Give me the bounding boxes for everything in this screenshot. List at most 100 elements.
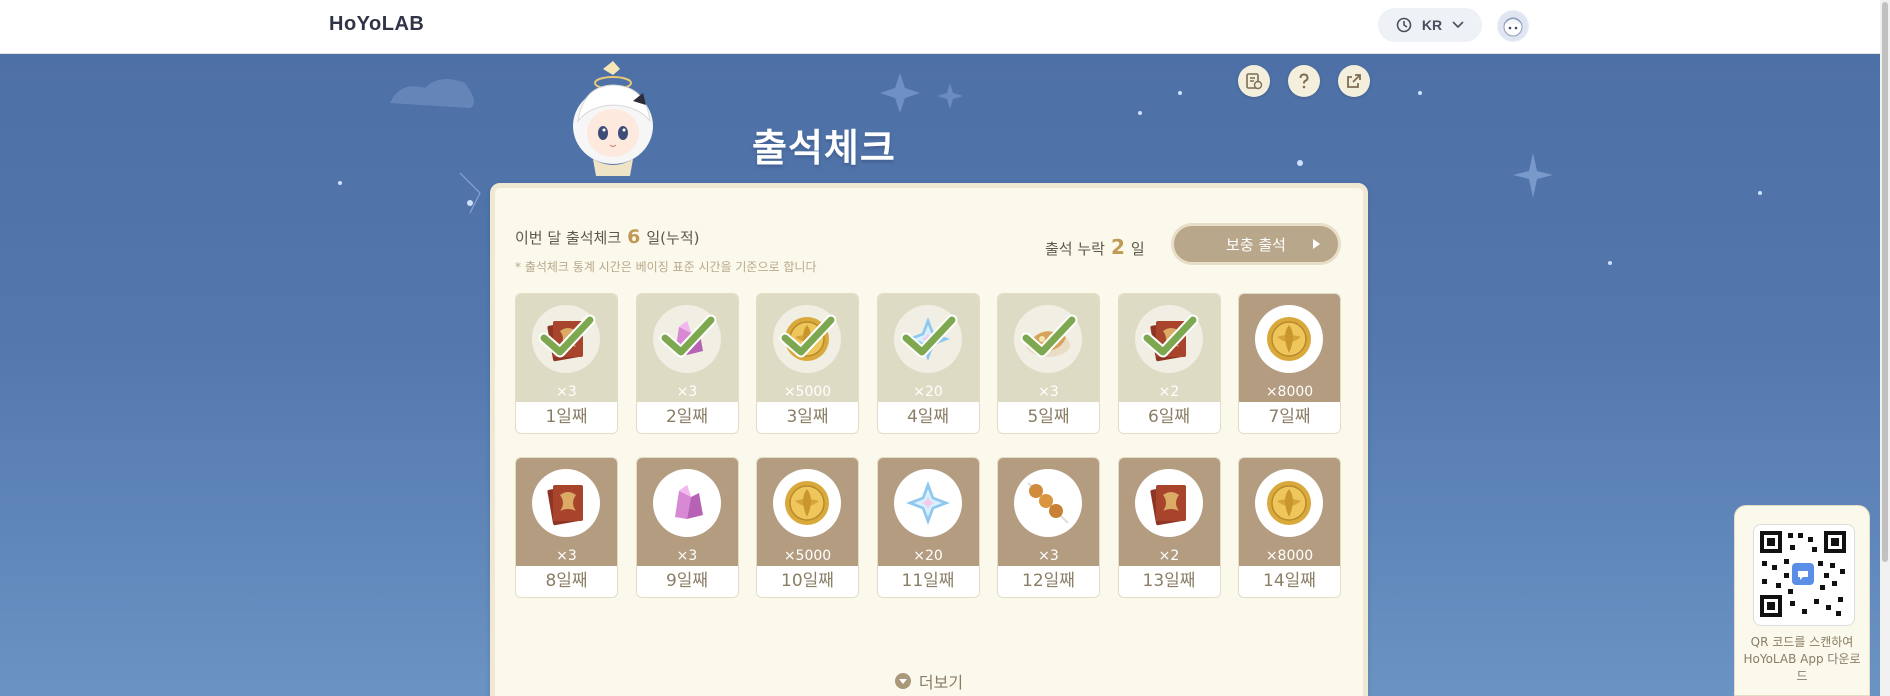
reward-day-label: 7일째 [1239, 402, 1340, 433]
checkmark-icon [1141, 314, 1199, 364]
reward-day-label: 13일째 [1118, 566, 1220, 597]
summary-label: 이번 달 출석체크 [515, 229, 622, 247]
reward-day-label: 12일째 [998, 566, 1099, 597]
reward-day-card[interactable]: ×5000 10일째 [756, 457, 859, 598]
checkmark-icon [659, 314, 717, 364]
reward-day-label: 4일째 [877, 402, 979, 433]
mora-icon [773, 469, 841, 537]
reward-quantity: ×5000 [783, 384, 832, 400]
reward-day-label: 11일째 [877, 566, 979, 597]
reward-quantity: ×5000 [783, 548, 832, 564]
reward-quantity: ×3 [1038, 548, 1059, 564]
help-button[interactable] [1288, 65, 1320, 97]
user-avatar[interactable] [1497, 10, 1529, 42]
reward-day-image: ×3 [998, 458, 1099, 566]
primogem-icon [893, 469, 962, 537]
reward-day-label: 2일째 [636, 402, 738, 433]
reward-quantity: ×2 [1158, 548, 1180, 564]
paimon-mascot [558, 61, 668, 185]
reward-day-card[interactable]: ×3 5일째 [997, 293, 1100, 434]
qr-download-text: QR 코드를 스캔하여 HoYoLAB App 다운로드 [1743, 635, 1861, 683]
reward-quantity: ×8000 [1265, 548, 1314, 564]
reward-day-card[interactable]: ×8000 14일째 [1238, 457, 1341, 598]
chevron-down-icon [1452, 21, 1464, 29]
reward-quantity: ×2 [1158, 384, 1180, 400]
reward-day-card[interactable]: ×2 6일째 [1117, 293, 1221, 434]
checkmark-icon [900, 314, 958, 364]
record-list-icon [1246, 73, 1263, 90]
reward-day-label: 3일째 [757, 402, 858, 433]
reward-quantity: ×20 [913, 548, 943, 564]
makeup-button-label: 보충 출석 [1226, 235, 1286, 254]
mora-icon [1255, 305, 1323, 373]
play-arrow-icon [1313, 239, 1320, 249]
reward-day-label: 9일째 [636, 566, 738, 597]
hero-wit-icon [532, 469, 600, 537]
question-icon [1299, 73, 1309, 89]
reward-day-card[interactable]: ×2 13일째 [1117, 457, 1221, 598]
show-more-label: 더보기 [918, 673, 964, 692]
reward-day-image: ×3 [636, 458, 738, 566]
makeup-checkin-button[interactable]: 보충 출석 [1171, 223, 1341, 265]
missed-suffix: 일 [1130, 240, 1145, 258]
share-button[interactable] [1338, 65, 1370, 97]
mora-icon [1255, 469, 1323, 537]
summary-suffix: 일(누적) [646, 229, 700, 247]
app-download-widget[interactable]: QR 코드를 스캔하여 HoYoLAB App 다운로드 [1734, 505, 1870, 696]
timezone-note: * 출석체크 통계 시간은 베이징 표준 시간을 기준으로 합니다 [515, 260, 817, 274]
reward-day-image: ×20 [877, 458, 979, 566]
page-scrollbar[interactable] [1880, 0, 1890, 696]
clock-icon [1396, 17, 1412, 33]
region-label: KR [1421, 17, 1443, 33]
reward-quantity: ×20 [913, 384, 943, 400]
checkin-stage: 출석체크 이번 달 출석체크 6 일(누적) * 출석체크 통계 시간은 베이징 표… [0, 53, 1880, 696]
reward-day-label: 10일째 [757, 566, 858, 597]
page-title: 출석체크 [752, 126, 896, 170]
hero-wit-icon [1134, 469, 1203, 537]
reward-day-card[interactable]: ×20 11일째 [876, 457, 980, 598]
reward-grid: ×3 1일째 ×3 2일째 ×5000 3일째 ×20 4일째 ×3 5일째 ×2 6일째 ×8000 7… [515, 293, 1345, 598]
checkmark-icon [1020, 314, 1078, 364]
reward-day-image: ×20 [877, 294, 979, 402]
missed-count: 2 [1110, 235, 1125, 259]
reward-day-image: ×8000 [1239, 294, 1340, 402]
reward-day-label: 6일째 [1118, 402, 1220, 433]
reward-day-card[interactable]: ×3 12일째 [997, 457, 1100, 598]
reward-quantity: ×8000 [1265, 384, 1314, 400]
reward-day-image: ×3 [636, 294, 738, 402]
reward-day-card[interactable]: ×8000 7일째 [1238, 293, 1341, 434]
monthly-checkin-summary: 이번 달 출석체크 6 일(누적) [515, 226, 699, 248]
checkin-count: 6 [627, 226, 641, 248]
missed-checkin-summary: 출석 누락 2 일 [1045, 235, 1145, 259]
checkmark-icon [538, 314, 596, 364]
reward-day-card[interactable]: ×3 2일째 [635, 293, 739, 434]
reward-day-image: ×3 [516, 294, 617, 402]
reward-day-card[interactable]: ×3 1일째 [515, 293, 618, 434]
reward-day-card[interactable]: ×3 9일째 [635, 457, 739, 598]
reward-quantity: ×3 [556, 384, 577, 400]
hoyolab-logo[interactable]: HoYoLAB [329, 13, 424, 36]
qr-code[interactable] [1753, 524, 1855, 626]
checkin-card: 이번 달 출석체크 6 일(누적) * 출석체크 통계 시간은 베이징 표준 시간을… [490, 183, 1368, 696]
history-button[interactable] [1238, 65, 1270, 97]
missed-label: 출석 누락 [1045, 240, 1105, 258]
reward-day-label: 1일째 [516, 402, 617, 433]
reward-day-card[interactable]: ×20 4일째 [876, 293, 980, 434]
reward-day-image: ×8000 [1239, 458, 1340, 566]
reward-day-label: 8일째 [516, 566, 617, 597]
region-selector[interactable]: KR [1378, 8, 1482, 42]
reward-day-label: 5일째 [998, 402, 1099, 433]
chevron-down-circle-icon [894, 673, 911, 689]
reward-day-card[interactable]: ×3 8일째 [515, 457, 618, 598]
reward-day-image: ×5000 [757, 294, 858, 402]
reward-day-card[interactable]: ×5000 3일째 [756, 293, 859, 434]
reward-day-label: 14일째 [1239, 566, 1340, 597]
reward-quantity: ×3 [676, 548, 698, 564]
enhancement-ore-icon [652, 469, 721, 537]
reward-day-image: ×3 [516, 458, 617, 566]
reward-day-image: ×5000 [757, 458, 858, 566]
external-link-icon [1347, 74, 1361, 88]
reward-quantity: ×3 [1038, 384, 1059, 400]
show-more-button[interactable]: 더보기 [495, 669, 1363, 693]
reward-quantity: ×3 [676, 384, 698, 400]
